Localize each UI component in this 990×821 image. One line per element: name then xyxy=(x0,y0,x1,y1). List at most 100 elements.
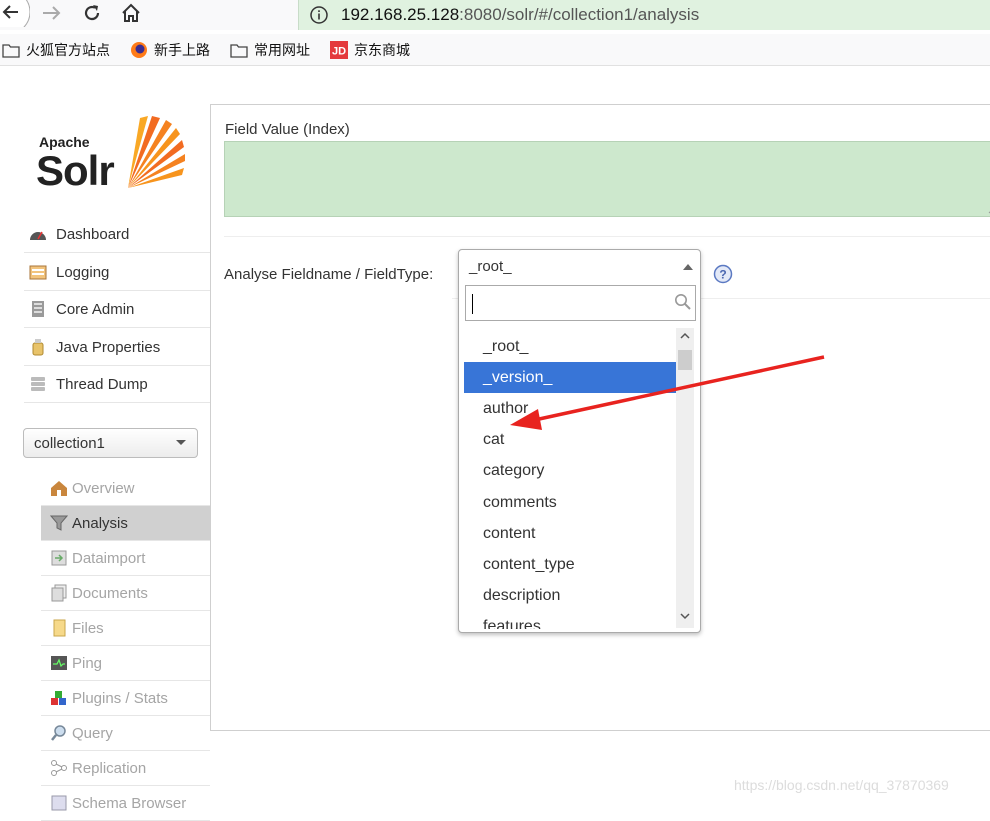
forward-button[interactable] xyxy=(40,0,64,26)
dropdown-option[interactable]: content xyxy=(464,518,676,549)
core-nav-overview[interactable]: Overview xyxy=(41,471,210,506)
bookmark-label: 常用网址 xyxy=(254,42,310,58)
fieldname-label: Analyse Fieldname / FieldType: xyxy=(224,266,434,283)
solr-logo[interactable]: Apache Solr xyxy=(36,114,186,196)
dropdown-option[interactable]: _version_ xyxy=(464,362,676,394)
url-host: 192.168.25.128 xyxy=(341,5,460,24)
core-nav-dataimport[interactable]: Dataimport xyxy=(41,541,210,576)
ping-icon xyxy=(49,653,69,673)
svg-text:?: ? xyxy=(719,268,726,282)
folder-icon xyxy=(2,42,20,58)
text-cursor xyxy=(472,294,473,314)
nav-label: Thread Dump xyxy=(56,375,148,393)
browser-toolbar: 192.168.25.128:8080/solr/#/collection1/a… xyxy=(0,0,990,30)
core-nav-label: Files xyxy=(72,619,104,637)
bookmark-label: 新手上路 xyxy=(154,42,210,58)
dropdown-option[interactable]: content_type xyxy=(464,549,676,580)
nav-label: Core Admin xyxy=(56,300,135,318)
firefox-icon xyxy=(130,41,148,59)
bookmark-label: 京东商城 xyxy=(354,42,410,58)
core-nav-plugins-stats[interactable]: Plugins / Stats xyxy=(41,681,210,716)
core-selector[interactable]: collection1 xyxy=(23,428,198,458)
field-value-textarea[interactable] xyxy=(224,141,990,217)
core-nav-replication[interactable]: Replication xyxy=(41,751,210,786)
dropdown-option[interactable]: _root_ xyxy=(464,331,676,362)
jd-icon: JD xyxy=(330,41,348,59)
logo-solr-text: Solr xyxy=(36,147,115,194)
nav-item-logging[interactable]: Logging xyxy=(24,254,210,291)
nav-item-core-admin[interactable]: Core Admin xyxy=(24,291,210,328)
back-arrow-icon xyxy=(0,0,30,27)
chevron-down-icon[interactable] xyxy=(680,612,690,620)
replication-icon xyxy=(49,758,69,778)
documents-icon xyxy=(49,583,69,603)
scrollbar-thumb[interactable] xyxy=(678,350,692,370)
dropdown-options-list: _root_ _version_ author cat category comments… xyxy=(464,331,676,629)
core-nav-query[interactable]: Query xyxy=(41,716,210,751)
chevron-up-icon[interactable] xyxy=(683,263,693,270)
chevron-down-icon xyxy=(176,440,186,445)
reload-button[interactable] xyxy=(80,0,104,26)
dashboard-icon xyxy=(28,224,48,244)
forward-arrow-icon xyxy=(43,6,61,20)
plugins-icon xyxy=(49,688,69,708)
core-nav-label: Query xyxy=(72,724,113,742)
nav-item-java-properties[interactable]: Java Properties xyxy=(24,329,210,366)
core-nav-label: Documents xyxy=(72,584,148,602)
core-nav-label: Dataimport xyxy=(72,549,146,567)
bookmark-label: 火狐官方站点 xyxy=(26,42,110,58)
dropdown-option[interactable]: features xyxy=(464,612,676,629)
dropdown-option[interactable]: comments xyxy=(464,487,676,518)
dropdown-option[interactable]: cat xyxy=(464,425,676,456)
java-properties-icon xyxy=(28,337,48,357)
dataimport-icon xyxy=(49,548,69,568)
bookmarks-bar: 火狐官方站点 新手上路 常用网址 JD 京东商城 xyxy=(0,34,990,66)
solr-sunburst-icon xyxy=(128,116,185,188)
core-nav-analysis[interactable]: Analysis xyxy=(41,506,210,541)
chevron-up-icon[interactable] xyxy=(680,332,690,340)
dropdown-option[interactable]: author xyxy=(464,393,676,424)
dropdown-scrollbar[interactable] xyxy=(676,328,694,628)
home-button[interactable] xyxy=(119,0,143,26)
core-nav-files[interactable]: Files xyxy=(41,611,210,646)
core-nav-label: Plugins / Stats xyxy=(72,689,168,707)
divider xyxy=(224,236,990,237)
fieldtype-dropdown[interactable]: _root_ _root_ _version_ author cat category c… xyxy=(458,249,701,633)
file-icon xyxy=(49,618,69,638)
core-nav-documents[interactable]: Documents xyxy=(41,576,210,611)
nav-label: Java Properties xyxy=(56,338,161,356)
dropdown-option[interactable]: description xyxy=(464,581,676,612)
bookmark-firefox-site[interactable]: 火狐官方站点 xyxy=(2,40,110,60)
nav-item-dashboard[interactable]: Dashboard xyxy=(24,216,210,253)
help-icon[interactable]: ? xyxy=(713,264,733,284)
core-nav-label: Ping xyxy=(72,654,103,672)
info-icon[interactable] xyxy=(309,5,329,25)
core-nav-label: Analysis xyxy=(72,514,128,532)
nav-label: Logging xyxy=(56,263,110,281)
bookmark-jd[interactable]: JD 京东商城 xyxy=(330,40,410,60)
home-icon xyxy=(49,478,69,498)
schema-browser-icon xyxy=(49,793,69,813)
funnel-icon xyxy=(49,513,69,533)
thread-dump-icon xyxy=(28,374,48,394)
core-nav-ping[interactable]: Ping xyxy=(41,646,210,681)
core-nav-label: Overview xyxy=(72,479,135,497)
core-admin-icon xyxy=(28,299,48,319)
nav-label: Dashboard xyxy=(56,225,130,243)
core-selector-value: collection1 xyxy=(34,434,105,452)
dropdown-selected-value[interactable]: _root_ xyxy=(469,258,512,275)
home-icon xyxy=(122,3,140,22)
field-value-label: Field Value (Index) xyxy=(225,121,350,138)
url-path: :8080/solr/#/collection1/analysis xyxy=(459,5,700,24)
back-button[interactable] xyxy=(0,0,30,27)
search-icon xyxy=(675,294,691,310)
magnifier-icon xyxy=(49,723,69,743)
url-bar[interactable]: 192.168.25.128:8080/solr/#/collection1/a… xyxy=(298,0,990,30)
bookmark-common-sites[interactable]: 常用网址 xyxy=(230,40,310,60)
svg-text:JD: JD xyxy=(332,46,346,58)
dropdown-option[interactable]: category xyxy=(464,456,676,487)
nav-item-thread-dump[interactable]: Thread Dump xyxy=(24,366,210,403)
folder-icon xyxy=(230,42,248,58)
dropdown-search-input[interactable] xyxy=(465,285,696,321)
bookmark-getting-started[interactable]: 新手上路 xyxy=(130,40,210,60)
